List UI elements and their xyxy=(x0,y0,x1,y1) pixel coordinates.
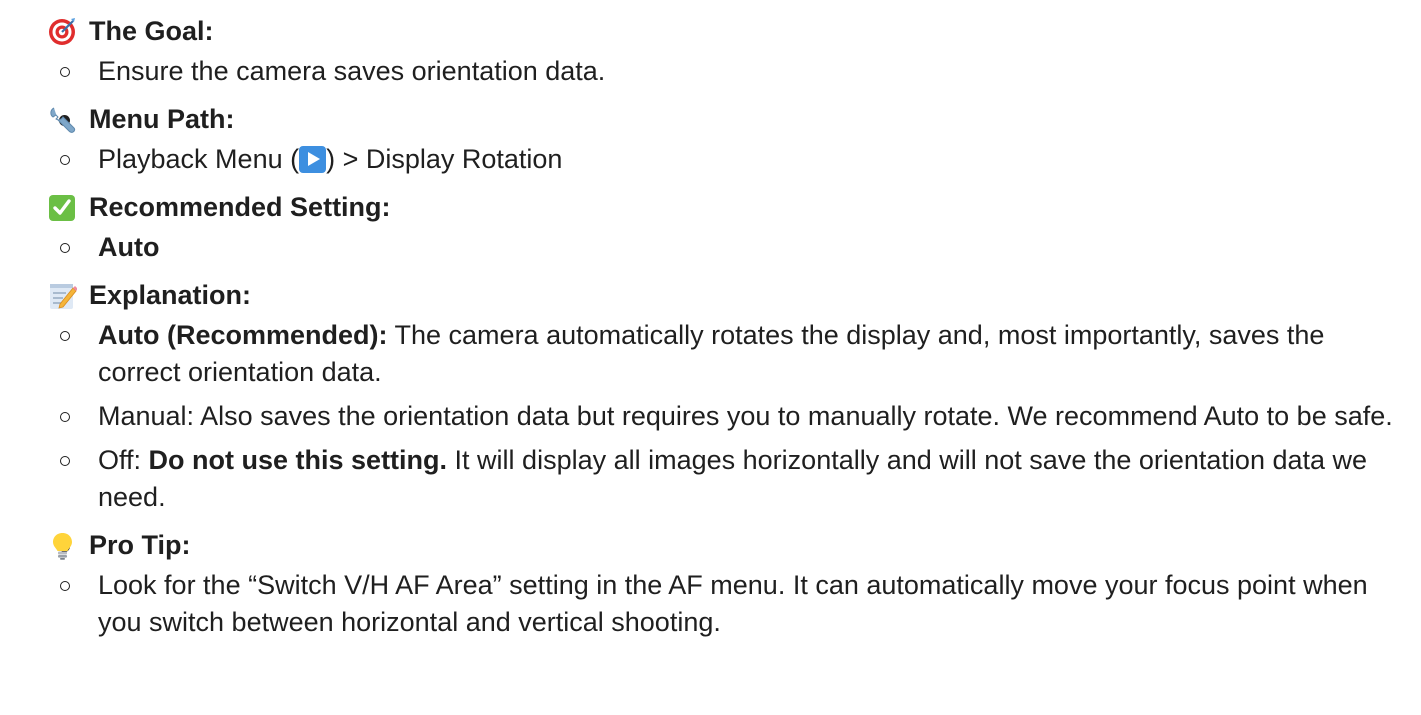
item-text: Ensure the camera saves orientation data… xyxy=(98,56,606,86)
item-bold-text: Auto xyxy=(98,232,160,262)
outline-list: The Goal: Ensure the camera saves orient… xyxy=(0,9,1421,641)
light-bulb-icon xyxy=(48,531,77,560)
document: The Goal: Ensure the camera saves orient… xyxy=(0,0,1421,641)
item-text-after: ) > Display Rotation xyxy=(326,144,563,174)
item-text-before: Off: xyxy=(98,445,149,475)
direct-hit-target-icon xyxy=(48,17,77,46)
bullet-circle xyxy=(60,412,70,422)
bullet-circle xyxy=(60,155,70,165)
bullet-circle xyxy=(60,331,70,341)
list-item: Look for the “Switch V/H AF Area” settin… xyxy=(48,567,1421,641)
bullet-circle xyxy=(60,581,70,591)
check-mark-button-icon xyxy=(48,193,77,222)
item-text-before: Playback Menu ( xyxy=(98,144,300,174)
sub-list: Playback Menu ( ) > Display Rotation xyxy=(48,141,1421,178)
section-menu-path: Menu Path: Playback Menu ( ) > Display Ro… xyxy=(0,97,1421,178)
sub-list: Look for the “Switch V/H AF Area” settin… xyxy=(48,567,1421,641)
play-button-icon xyxy=(299,146,327,173)
section-heading: Explanation: xyxy=(89,279,252,310)
bullet-circle xyxy=(60,456,70,466)
item-bold-text: Auto (Recommended): xyxy=(98,320,388,350)
section-recommended-setting: Recommended Setting: Auto xyxy=(0,185,1421,266)
item-bold-text: Do not use this setting. xyxy=(148,445,448,475)
list-item: Off: Do not use this setting. It will di… xyxy=(48,442,1421,516)
list-item: Manual: Also saves the orientation data … xyxy=(48,398,1421,435)
section-goal: The Goal: Ensure the camera saves orient… xyxy=(0,9,1421,90)
bullet-circle xyxy=(60,243,70,253)
list-item: Playback Menu ( ) > Display Rotation xyxy=(48,141,1421,178)
list-item: Auto (Recommended): The camera automatic… xyxy=(48,317,1421,391)
item-text: Look for the “Switch V/H AF Area” settin… xyxy=(98,570,1368,637)
wrench-icon xyxy=(48,105,77,134)
list-item: Auto xyxy=(48,229,1421,266)
sub-list: Auto (Recommended): The camera automatic… xyxy=(48,317,1421,516)
section-heading: The Goal: xyxy=(89,15,214,46)
section-pro-tip: Pro Tip: Look for the “Switch V/H AF Are… xyxy=(0,523,1421,641)
section-heading: Pro Tip: xyxy=(89,529,191,560)
item-text: Manual: Also saves the orientation data … xyxy=(98,401,1393,431)
memo-pencil-icon xyxy=(48,281,78,310)
list-item: Ensure the camera saves orientation data… xyxy=(48,53,1421,90)
section-heading: Menu Path: xyxy=(89,103,235,134)
sub-list: Auto xyxy=(48,229,1421,266)
section-explanation: Explanation: Auto (Recommended): The cam… xyxy=(0,273,1421,516)
sub-list: Ensure the camera saves orientation data… xyxy=(48,53,1421,90)
section-heading: Recommended Setting: xyxy=(89,191,391,222)
bullet-circle xyxy=(60,67,70,77)
